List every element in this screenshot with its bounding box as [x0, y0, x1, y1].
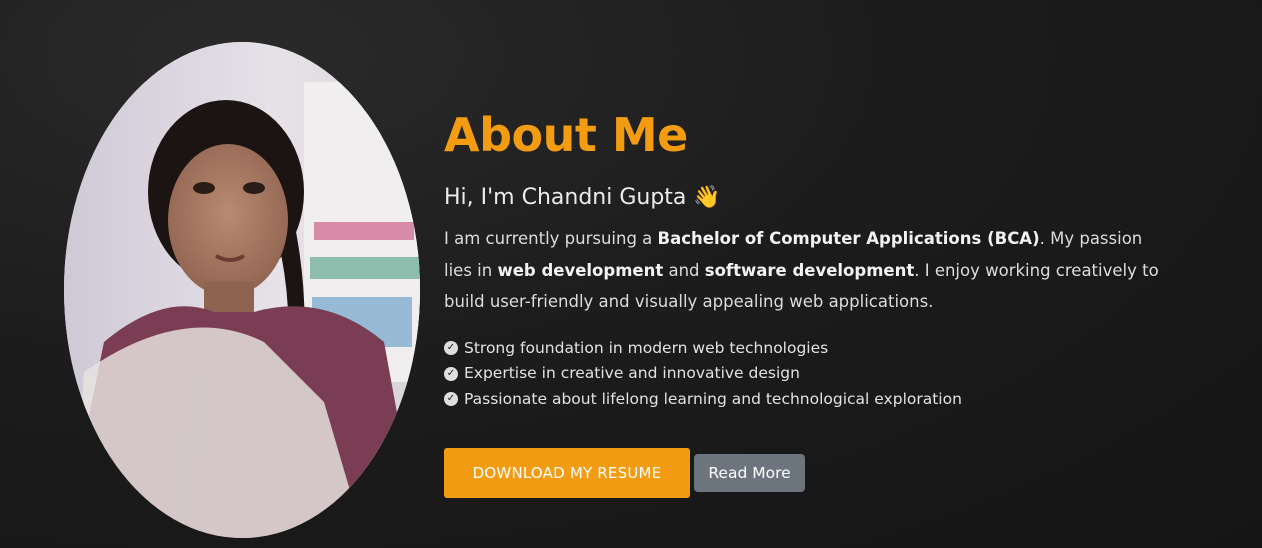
check-circle-icon: ✓	[444, 366, 458, 381]
page-title: About Me	[444, 108, 688, 162]
wave-hand-icon: 👋	[693, 185, 721, 210]
bio-web-development: web development	[497, 260, 664, 280]
list-item: ✓ Strong foundation in modern web techno…	[444, 336, 1204, 362]
read-more-button[interactable]: Read More	[694, 454, 805, 492]
about-section: About Me Hi, I'm Chandni Gupta 👋 I am cu…	[0, 0, 1262, 548]
list-item: ✓ Expertise in creative and innovative d…	[444, 361, 1204, 387]
action-buttons: DOWNLOAD MY RESUME Read More	[444, 448, 805, 498]
check-circle-icon: ✓	[444, 392, 458, 407]
check-circle-icon: ✓	[444, 341, 458, 356]
list-item: ✓ Passionate about lifelong learning and…	[444, 387, 1204, 413]
feature-text: Strong foundation in modern web technolo…	[464, 338, 829, 357]
bio-degree: Bachelor of Computer Applications (BCA)	[657, 229, 1040, 248]
about-content: About Me Hi, I'm Chandni Gupta 👋 I am cu…	[444, 106, 1204, 412]
greeting-text: Hi, I'm Chandni Gupta	[444, 185, 687, 210]
profile-photo-image	[64, 42, 420, 538]
bio-paragraph: I am currently pursuing a Bachelor of Co…	[444, 223, 1174, 318]
feature-text: Expertise in creative and innovative des…	[464, 364, 800, 382]
profile-photo	[64, 42, 420, 538]
bio-text-3: and	[663, 260, 705, 280]
greeting: Hi, I'm Chandni Gupta 👋	[444, 181, 1204, 215]
bio-text-1: I am currently pursuing a	[444, 229, 658, 248]
download-resume-button[interactable]: DOWNLOAD MY RESUME	[444, 448, 690, 498]
feature-list: ✓ Strong foundation in modern web techno…	[444, 336, 1204, 413]
bio-software-development: software development	[704, 260, 915, 280]
feature-text: Passionate about lifelong learning and t…	[464, 389, 962, 408]
